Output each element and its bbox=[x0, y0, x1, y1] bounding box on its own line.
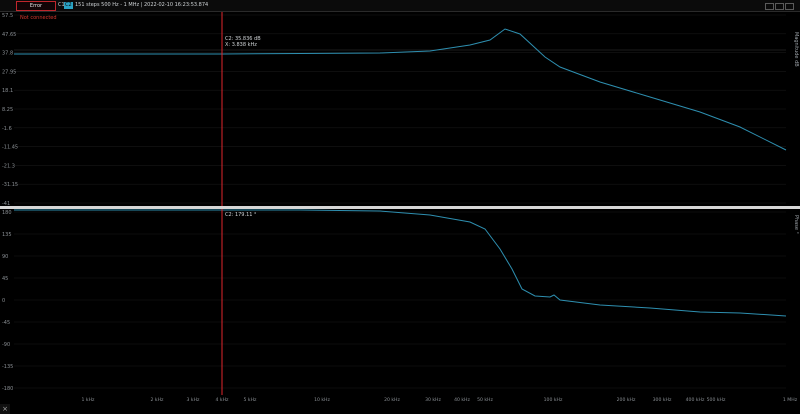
magnitude-plot-panel[interactable]: 57.5 47.65 37.8 27.95 18.1 8.25 -1.6 -11.45 -21.… bbox=[0, 12, 800, 207]
phase-y-tick-label: 135 bbox=[2, 232, 12, 238]
x-tick-label: 300 kHz bbox=[653, 397, 672, 403]
magnitude-y-tick-label: 37.8 bbox=[2, 51, 13, 57]
magnitude-y-tick-label: -31.15 bbox=[2, 182, 18, 188]
x-tick-label: 100 kHz bbox=[544, 397, 563, 403]
magnitude-grid bbox=[14, 14, 786, 204]
phase-y-tick-label: 0 bbox=[2, 298, 5, 304]
x-tick-label: 50 kHz bbox=[477, 397, 493, 403]
x-tick-label: 30 kHz bbox=[425, 397, 441, 403]
phase-y-tick-label: -90 bbox=[2, 342, 10, 348]
x-tick-label: 20 kHz bbox=[384, 397, 400, 403]
x-tick-label: 3 kHz bbox=[187, 397, 200, 403]
phase-plot-panel[interactable]: 180 135 90 45 0 -45 -90 -135 -180 C2: 179.11 ° P… bbox=[0, 209, 800, 404]
x-tick-label: 400 kHz bbox=[686, 397, 705, 403]
magnitude-y-tick-label: 8.25 bbox=[2, 107, 13, 113]
maximize-icon[interactable] bbox=[775, 3, 784, 10]
phase-y-tick-label: -45 bbox=[2, 320, 10, 326]
x-tick-label: 4 kHz bbox=[216, 397, 229, 403]
phase-y-tick-label: 45 bbox=[2, 276, 8, 282]
toolbar: Error C1 C2 151 steps 500 Hz - 1 MHz | 2… bbox=[0, 0, 800, 12]
phase-grid bbox=[14, 211, 786, 389]
error-status-button[interactable]: Error bbox=[16, 1, 56, 11]
magnitude-y-tick-label: 18.1 bbox=[2, 88, 13, 94]
magnitude-y-tick-labels: 57.5 47.65 37.8 27.95 18.1 8.25 -1.6 -11.45 -21.… bbox=[2, 13, 18, 207]
not-connected-status: Not connected bbox=[20, 15, 57, 21]
magnitude-y-tick-label: 27.95 bbox=[2, 69, 16, 75]
sweep-info-text: 151 steps 500 Hz - 1 MHz | 2022-02-10 16… bbox=[75, 2, 209, 8]
magnitude-axis-label: Magnitude dB bbox=[793, 32, 799, 67]
magnitude-y-tick-label: 57.5 bbox=[2, 13, 13, 19]
phase-y-tick-label: 90 bbox=[2, 254, 8, 260]
x-tick-label: 10 kHz bbox=[314, 397, 330, 403]
phase-y-tick-label: 180 bbox=[2, 210, 12, 216]
magnitude-y-tick-label: -11.45 bbox=[2, 145, 18, 151]
phase-y-tick-label: -135 bbox=[2, 364, 13, 370]
phase-plot[interactable]: 180 135 90 45 0 -45 -90 -135 -180 C2: 179.11 ° P… bbox=[0, 209, 800, 404]
magnitude-y-tick-label: -1.6 bbox=[2, 126, 12, 132]
phase-cursor-value: C2: 179.11 ° bbox=[225, 212, 257, 218]
magnitude-y-tick-label: -21.3 bbox=[2, 163, 15, 169]
window-controls bbox=[764, 0, 794, 11]
magnitude-trace bbox=[14, 28, 787, 151]
settings-icon[interactable] bbox=[785, 3, 794, 10]
minimize-icon[interactable] bbox=[765, 3, 774, 10]
phase-y-tick-labels: 180 135 90 45 0 -45 -90 -135 -180 bbox=[2, 210, 13, 392]
x-tick-label: 200 kHz bbox=[617, 397, 636, 403]
channel-c2-toggle[interactable]: C2 bbox=[64, 2, 73, 9]
x-tick-label: 1 MHz bbox=[783, 397, 798, 403]
x-tick-label: 40 kHz bbox=[454, 397, 470, 403]
phase-axis-label: Phase ° bbox=[793, 215, 799, 235]
x-tick-label: 1 kHz bbox=[82, 397, 95, 403]
phase-y-tick-label: -180 bbox=[2, 386, 13, 392]
x-tick-label: 5 kHz bbox=[244, 397, 257, 403]
magnitude-cursor-freq: X: 3.838 kHz bbox=[225, 42, 257, 48]
close-icon[interactable]: × bbox=[0, 404, 10, 414]
x-axis-tick-labels: 1 kHz 2 kHz 3 kHz 4 kHz 5 kHz 10 kHz 20 kHz 30 … bbox=[82, 397, 798, 403]
x-tick-label: 500 kHz bbox=[707, 397, 726, 403]
magnitude-y-tick-label: 47.65 bbox=[2, 32, 16, 38]
x-tick-label: 2 kHz bbox=[151, 397, 164, 403]
magnitude-plot[interactable]: 57.5 47.65 37.8 27.95 18.1 8.25 -1.6 -11.45 -21.… bbox=[0, 12, 800, 207]
